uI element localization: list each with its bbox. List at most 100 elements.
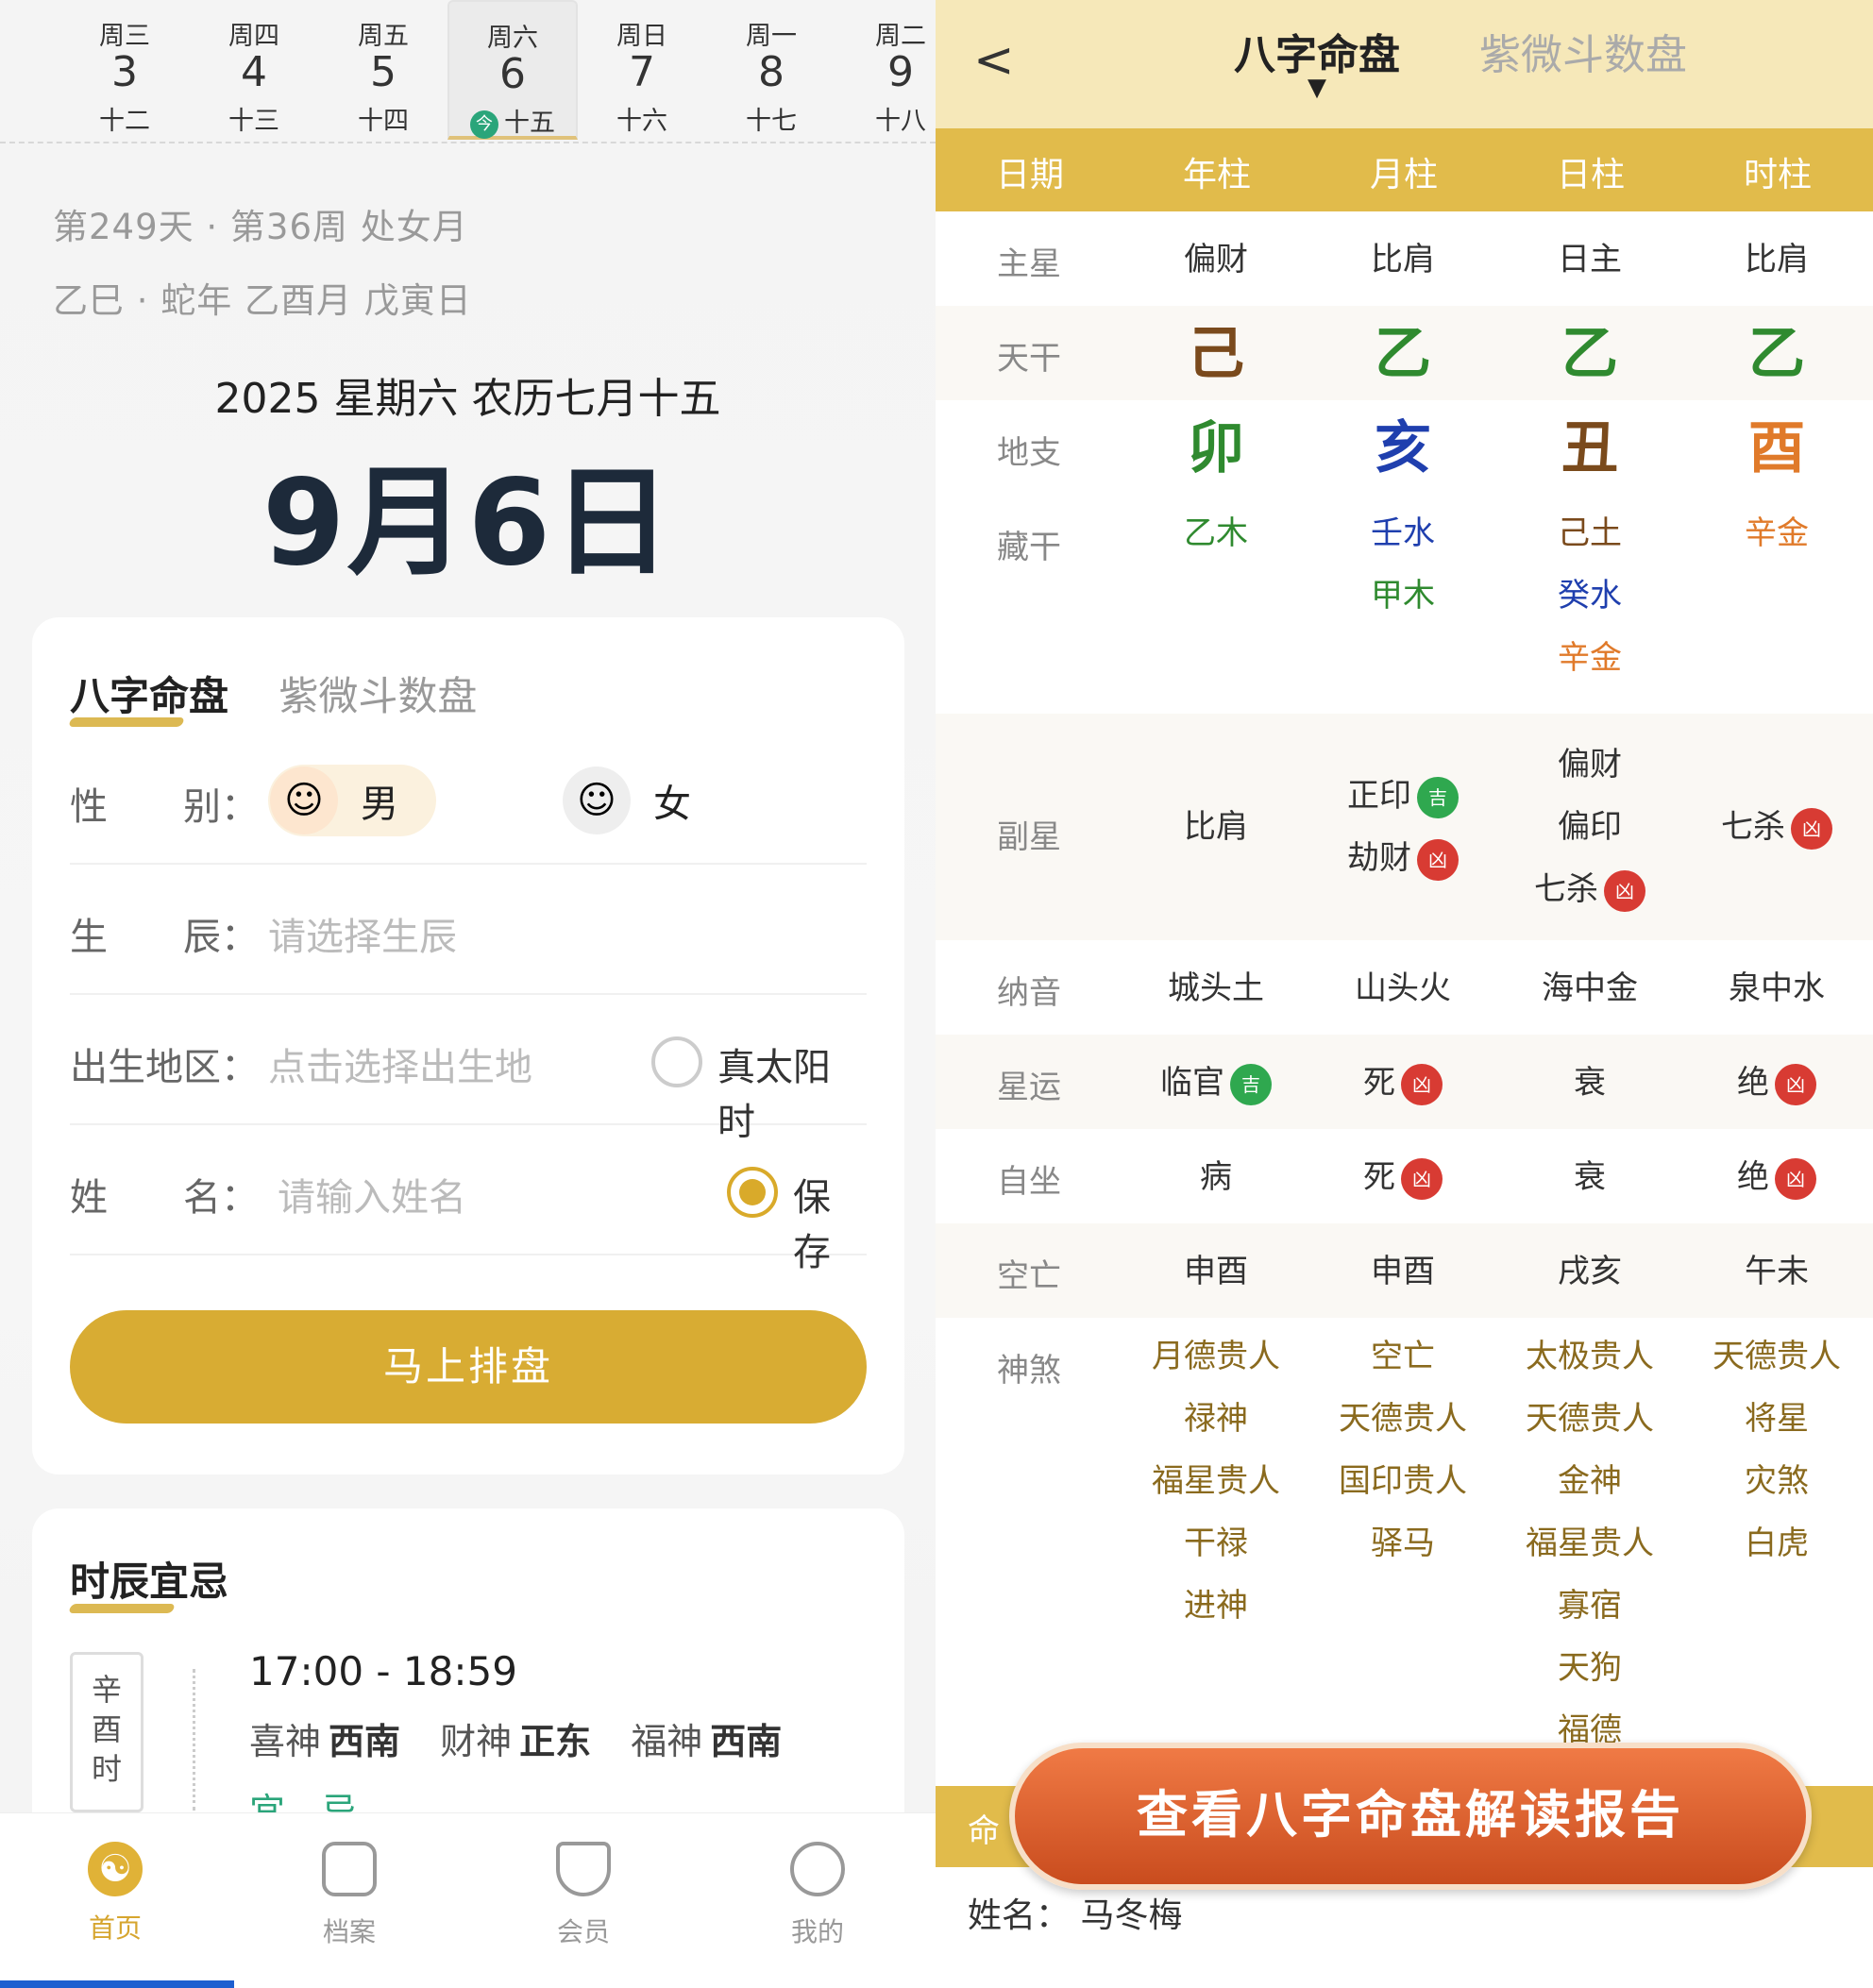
weekday-label: 周日 (616, 22, 667, 51)
name-row: 姓 名： 请输入姓名 保存 (70, 1125, 867, 1274)
cell-fuxing: 七杀凶 (1683, 796, 1870, 858)
cell-nayin: 海中金 (1496, 957, 1683, 1019)
cell-text: 白虎 (1745, 1525, 1809, 1562)
lunar-text: 十七 (746, 107, 797, 136)
week-day[interactable]: 周一 8 十七 (706, 0, 836, 140)
cell-text: 绝 (1737, 1158, 1769, 1196)
cell-text: 绝 (1737, 1064, 1769, 1102)
time-row[interactable]: 生 辰： 请选择生辰 (70, 865, 867, 995)
cell-tiangan: 乙 (1309, 323, 1496, 385)
lunar-day: 十一 (0, 100, 9, 137)
cell-shensha: 天德贵人 (1496, 1388, 1683, 1450)
xiong-badge: 凶 (1791, 807, 1832, 850)
xiong-badge: 凶 (1401, 1157, 1443, 1200)
cell-shensha: 天德贵人 (1683, 1325, 1870, 1388)
row-label: 神煞 (997, 1352, 1061, 1390)
week-day[interactable]: 周二 9 十八 (835, 0, 936, 140)
yinyang-icon: ☯ (88, 1842, 143, 1896)
xiong-badge: 凶 (1417, 838, 1459, 881)
column-header-cell: 月柱 (1369, 156, 1438, 194)
week-day[interactable]: 周五 5 十四 (318, 0, 448, 140)
save-radio[interactable] (727, 1167, 778, 1218)
day-number: 9 (887, 48, 914, 96)
shichen-directions: 喜神 西南 财神 正东 福神 西南 (249, 1721, 783, 1762)
cell-xingyun: 衰 (1496, 1052, 1683, 1114)
lunar-day: 十二 (59, 100, 190, 137)
report-button[interactable]: 查看八字命盘解读报告 (1009, 1743, 1812, 1890)
cell-xingyun: 临官吉 (1122, 1052, 1309, 1114)
cell-text: 金神 (1558, 1462, 1622, 1500)
ji-badge: 吉 (1417, 776, 1459, 818)
row-label: 藏干 (997, 529, 1061, 566)
nav-vip[interactable]: 会员 (527, 1842, 640, 1949)
nav-home[interactable]: ☯ 首页 (59, 1842, 172, 1946)
week-day[interactable]: 周二 2 十一 (0, 0, 9, 140)
cell-fuxing: 七杀凶 (1496, 858, 1683, 920)
weekday-label: 周一 (746, 22, 797, 51)
stamp-char: 辛 (91, 1672, 122, 1708)
cell-text: 七杀 (1721, 808, 1785, 846)
cell-fuxing: 正印吉 (1309, 765, 1496, 827)
row-label: 地支 (997, 434, 1061, 472)
cell-text: 午未 (1745, 1253, 1809, 1290)
cell-shensha: 寡宿 (1496, 1575, 1683, 1637)
cell-text: 偏财 (1558, 746, 1622, 783)
cell-canggan: 癸水 (1496, 564, 1683, 627)
ming-prefix: 命 (968, 1812, 1000, 1850)
cell-zhuxing: 偏财 (1122, 228, 1309, 291)
name-label: 姓 名： (70, 1176, 259, 1220)
gender-male[interactable]: ☺ 男 (268, 765, 436, 836)
cell-text: 福星贵人 (1526, 1525, 1654, 1562)
cell-text: 偏印 (1558, 808, 1622, 846)
cell-canggan: 甲木 (1309, 564, 1496, 627)
lunar-text: 十六 (616, 107, 667, 136)
lunar-text: 十五 (504, 109, 555, 138)
cell-text: 乙 (1375, 321, 1431, 387)
lunar-day: 十四 (318, 100, 448, 137)
weekday-label: 周四 (228, 22, 279, 51)
dotted-divider (193, 1669, 195, 1811)
tab-ziwei[interactable]: 紫微斗数盘 (278, 673, 477, 719)
gender-female[interactable]: ☺ 女 (561, 765, 729, 836)
shichen-title: 时辰宜忌 (68, 1550, 228, 1613)
cell-text: 乙 (1748, 321, 1805, 387)
tab-bazi[interactable]: 八字命盘 (68, 673, 228, 727)
time-picker[interactable]: 请选择生辰 (268, 906, 457, 961)
cell-text: 病 (1200, 1158, 1232, 1196)
cell-text: 山头火 (1355, 969, 1451, 1007)
male-avatar-icon: ☺ (270, 767, 338, 834)
cell-text: 进神 (1184, 1587, 1248, 1625)
cell-shensha: 国印贵人 (1309, 1450, 1496, 1512)
row-canggan: 藏干 乙木 壬水 甲木 己土 癸水 辛金 辛金 (936, 495, 1873, 714)
week-day[interactable]: 周四 4 十三 (189, 0, 319, 140)
cell-shensha: 干禄 (1122, 1512, 1309, 1575)
cell-kongwang: 戌亥 (1496, 1240, 1683, 1303)
tab-ziwei-chart[interactable]: 紫微斗数盘 (1479, 21, 1687, 81)
cell-fuxing: 偏财 (1496, 733, 1683, 796)
nav-mine[interactable]: 我的 (761, 1842, 874, 1949)
solar-time-radio[interactable] (651, 1036, 702, 1087)
cell-text: 卯 (1188, 415, 1244, 481)
chart-header: < 八字命盘 ▼ 紫微斗数盘 (936, 0, 1873, 128)
cell-text: 国印贵人 (1339, 1462, 1467, 1500)
tab-bazi-chart[interactable]: 八字命盘 (1234, 21, 1400, 81)
cell-text: 天德贵人 (1339, 1400, 1467, 1438)
cell-nayin: 山头火 (1309, 957, 1496, 1019)
weekday-label: 周六 (487, 24, 538, 53)
name-input[interactable]: 请输入姓名 (278, 1167, 466, 1221)
cell-fuxing: 劫财凶 (1309, 827, 1496, 889)
week-day[interactable]: 周日 7 十六 (577, 0, 707, 140)
nav-archive[interactable]: 档案 (293, 1842, 406, 1949)
week-day[interactable]: 周三 3 十二 (59, 0, 190, 140)
cell-text: 偏财 (1184, 241, 1248, 278)
place-picker[interactable]: 点击选择出生地 (268, 1036, 532, 1091)
week-day[interactable]: 周六 6 今十五 (447, 0, 578, 140)
cell-nayin: 城头土 (1122, 957, 1309, 1019)
cell-shensha: 白虎 (1683, 1512, 1870, 1575)
lunar-day: 十三 (189, 100, 319, 137)
back-icon[interactable]: < (973, 32, 1015, 89)
submit-button[interactable]: 马上排盘 (70, 1310, 867, 1424)
form-tabs: 八字命盘 紫微斗数盘 (68, 665, 477, 727)
cell-text: 七杀 (1534, 870, 1598, 908)
cell-shensha: 禄神 (1122, 1388, 1309, 1450)
